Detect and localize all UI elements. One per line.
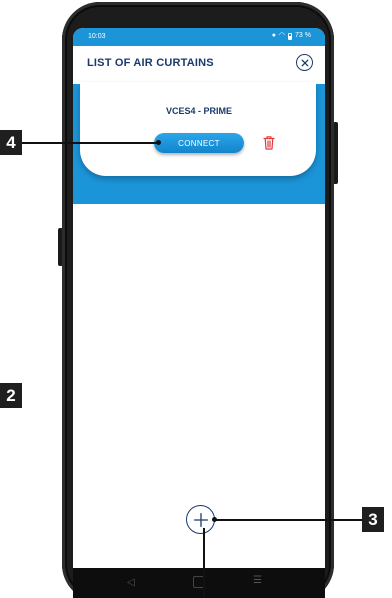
nav-back-icon[interactable]: ◁	[127, 577, 135, 588]
status-time: 10:03	[88, 33, 106, 40]
trash-icon	[263, 136, 275, 150]
callout-3-leader-vertical	[203, 528, 205, 598]
plus-icon	[193, 512, 208, 527]
android-nav-bar: ◁ ☰	[73, 568, 325, 598]
callout-4-leader	[22, 142, 158, 144]
wifi-icon: ◠	[278, 32, 286, 39]
status-icons: ● ◠ 73 %	[272, 32, 311, 40]
phone-screen: 10:03 ● ◠ 73 % LIST OF AIR CURTAINS VCES…	[73, 28, 325, 598]
callout-2: 2	[0, 383, 22, 408]
alarm-icon: ●	[271, 32, 276, 39]
close-icon	[301, 59, 308, 66]
device-card	[80, 82, 316, 176]
callout-3: 3	[362, 507, 384, 532]
device-name: VCES4 - PRIME	[165, 106, 232, 116]
callout-3-dot	[212, 517, 217, 522]
add-device-button[interactable]	[186, 505, 215, 534]
close-button[interactable]	[296, 54, 313, 71]
callout-3-leader	[214, 519, 362, 521]
status-bar: 10:03 ● ◠ 73 %	[73, 28, 325, 46]
delete-device-button[interactable]	[262, 135, 276, 151]
battery-icon	[288, 32, 293, 40]
callout-4: 4	[0, 130, 22, 155]
nav-recent-apps-icon[interactable]: ☰	[253, 575, 262, 586]
page-title: LIST OF AIR CURTAINS	[87, 57, 214, 69]
connect-button[interactable]: CONNECT	[154, 133, 244, 153]
battery-percent: 73 %	[295, 32, 311, 39]
callout-4-dot	[156, 140, 161, 145]
device-list-empty-area	[73, 204, 325, 549]
manual-figure: 10:03 ● ◠ 73 % LIST OF AIR CURTAINS VCES…	[0, 0, 392, 598]
